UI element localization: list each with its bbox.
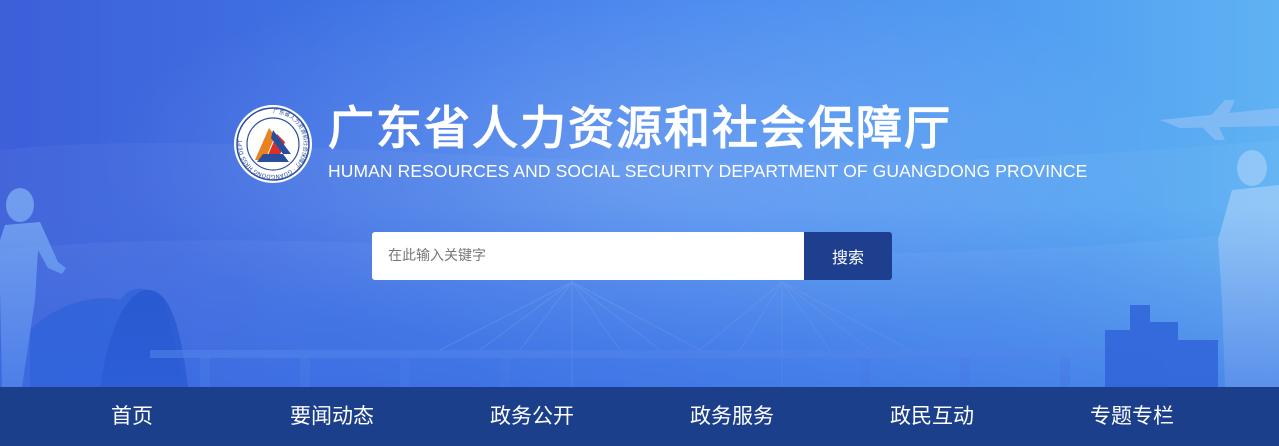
nav-item-interaction[interactable]: 政民互动 (862, 387, 1002, 446)
main-nav: 首页 要闻动态 政务公开 政务服务 政民互动 专题专栏 (0, 387, 1279, 446)
site-title: 广东省人力资源和社会保障厅 (328, 101, 952, 155)
nav-item-gov-affairs-disclosure[interactable]: 政务公开 (462, 387, 602, 446)
search-button[interactable]: 搜索 (804, 232, 892, 280)
nav-item-special-topics[interactable]: 专题专栏 (1062, 387, 1202, 446)
search-input[interactable] (372, 232, 804, 280)
nav-item-home[interactable]: 首页 (72, 387, 192, 446)
emblem-logo-icon: 广东省人力资源和社会保障厅 · GUANGDONG HRSS DEPT (234, 105, 312, 183)
site-title-english: HUMAN RESOURCES AND SOCIAL SECURITY DEPA… (328, 161, 1088, 181)
header-banner: 广东省人力资源和社会保障厅 · GUANGDONG HRSS DEPT 广东省人… (0, 0, 1279, 387)
nav-item-gov-services[interactable]: 政务服务 (662, 387, 802, 446)
nav-item-news[interactable]: 要闻动态 (262, 387, 402, 446)
airplane-icon (1160, 100, 1279, 140)
